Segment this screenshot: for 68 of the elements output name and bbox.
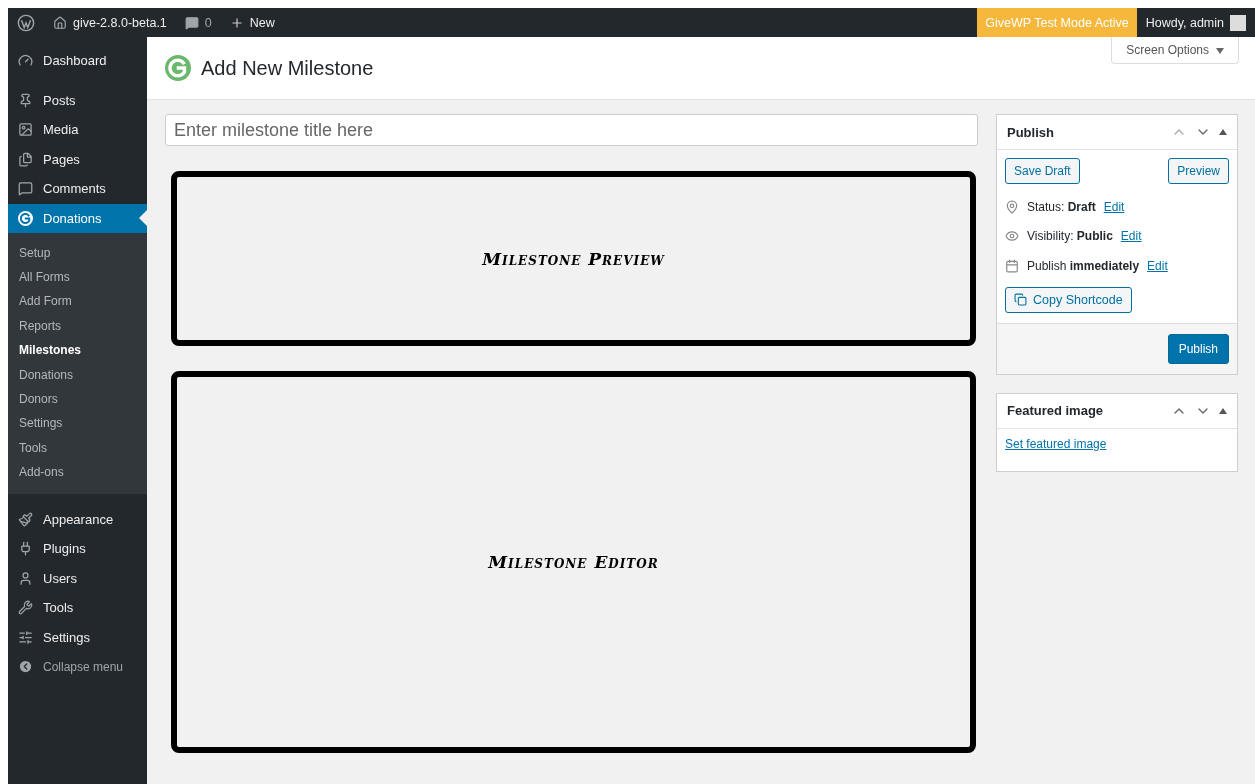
account-menu[interactable]: Howdy, admin <box>1136 8 1255 37</box>
menu-item[interactable]: Pages <box>8 144 147 174</box>
save-draft-button[interactable]: Save Draft <box>1005 158 1080 184</box>
menu-item[interactable]: Tools <box>8 592 147 623</box>
copy-icon <box>1014 293 1027 306</box>
preview-button[interactable]: Preview <box>1168 158 1229 184</box>
submenu-item[interactable]: Setup <box>8 240 147 265</box>
submenu-item[interactable]: Add-ons <box>8 460 147 485</box>
give-logo-icon <box>18 210 33 226</box>
collapse-icon <box>18 659 33 675</box>
caret-icon <box>1216 47 1224 54</box>
box-title: Featured image <box>1007 403 1105 418</box>
menu-icon <box>18 151 33 167</box>
meta-icon <box>1005 229 1019 244</box>
menu-item[interactable]: Appearance <box>8 504 147 534</box>
meta-text: Status: Draft <box>1027 199 1096 214</box>
avatar-icon <box>1230 14 1246 31</box>
set-featured-image-link[interactable]: Set featured image <box>1005 436 1229 451</box>
submenu-item[interactable]: Add Form <box>8 289 147 314</box>
menu-item[interactable]: Posts <box>8 85 147 115</box>
site-link[interactable]: give-2.8.0-beta.1 <box>44 8 176 37</box>
menu-icon <box>18 181 33 197</box>
menu-icon <box>18 600 33 616</box>
comments-link[interactable]: 0 <box>175 8 221 37</box>
toggle-icon[interactable] <box>1219 129 1227 135</box>
menu-item[interactable]: Plugins <box>8 533 147 564</box>
menu-item[interactable]: Donations <box>8 203 147 233</box>
edit-link[interactable]: Edit <box>1147 258 1168 273</box>
meta-text: Publish immediately <box>1027 258 1140 273</box>
home-icon <box>53 15 67 30</box>
toggle-icon[interactable] <box>1219 407 1227 414</box>
meta-text: Visibility: Public <box>1027 229 1113 244</box>
menu-item[interactable]: Dashboard <box>8 46 147 76</box>
menu-item[interactable]: Settings <box>8 622 147 652</box>
edit-link[interactable]: Edit <box>1120 229 1142 244</box>
menu-icon <box>18 122 33 138</box>
submenu-item[interactable]: Reports <box>8 313 147 339</box>
collapse-menu[interactable]: Collapse menu <box>8 651 147 682</box>
submenu-item[interactable]: Donors <box>8 386 147 412</box>
plus-icon <box>229 15 244 30</box>
meta-icon <box>1005 258 1019 273</box>
meta-icon <box>1005 199 1019 214</box>
submenu-item[interactable]: All Forms <box>8 264 147 290</box>
submenu-item[interactable]: Donations <box>8 362 147 387</box>
page-title: Add New Milestone <box>201 56 374 80</box>
publish-button[interactable]: Publish <box>1167 333 1229 364</box>
menu-icon <box>18 570 33 586</box>
menu-item[interactable]: Media <box>8 115 147 145</box>
panel-label: Milestone Preview <box>482 248 665 269</box>
menu-icon <box>18 541 33 557</box>
title-field[interactable]: Enter milestone title here <box>165 114 978 146</box>
new-link[interactable]: New <box>220 8 284 37</box>
menu-item[interactable]: Users <box>8 563 147 593</box>
menu-icon <box>18 92 33 108</box>
submenu-item[interactable]: Settings <box>8 411 147 436</box>
menu-icon <box>18 629 33 645</box>
submenu-item[interactable]: Milestones <box>8 338 147 363</box>
comment-icon <box>184 15 199 30</box>
panel-label: Milestone Editor <box>488 552 659 572</box>
screen-options-button[interactable]: Screen Options <box>1111 37 1239 64</box>
give-logo-icon <box>165 55 191 81</box>
copy-shortcode-button[interactable]: Copy Shortcode <box>1005 286 1132 313</box>
box-title: Publish <box>1007 124 1055 140</box>
submenu-item[interactable]: Tools <box>8 435 147 460</box>
menu-item[interactable]: Comments <box>8 174 147 204</box>
menu-icon <box>18 511 33 527</box>
wordpress-logo-icon[interactable] <box>17 13 35 32</box>
edit-link[interactable]: Edit <box>1103 199 1125 214</box>
